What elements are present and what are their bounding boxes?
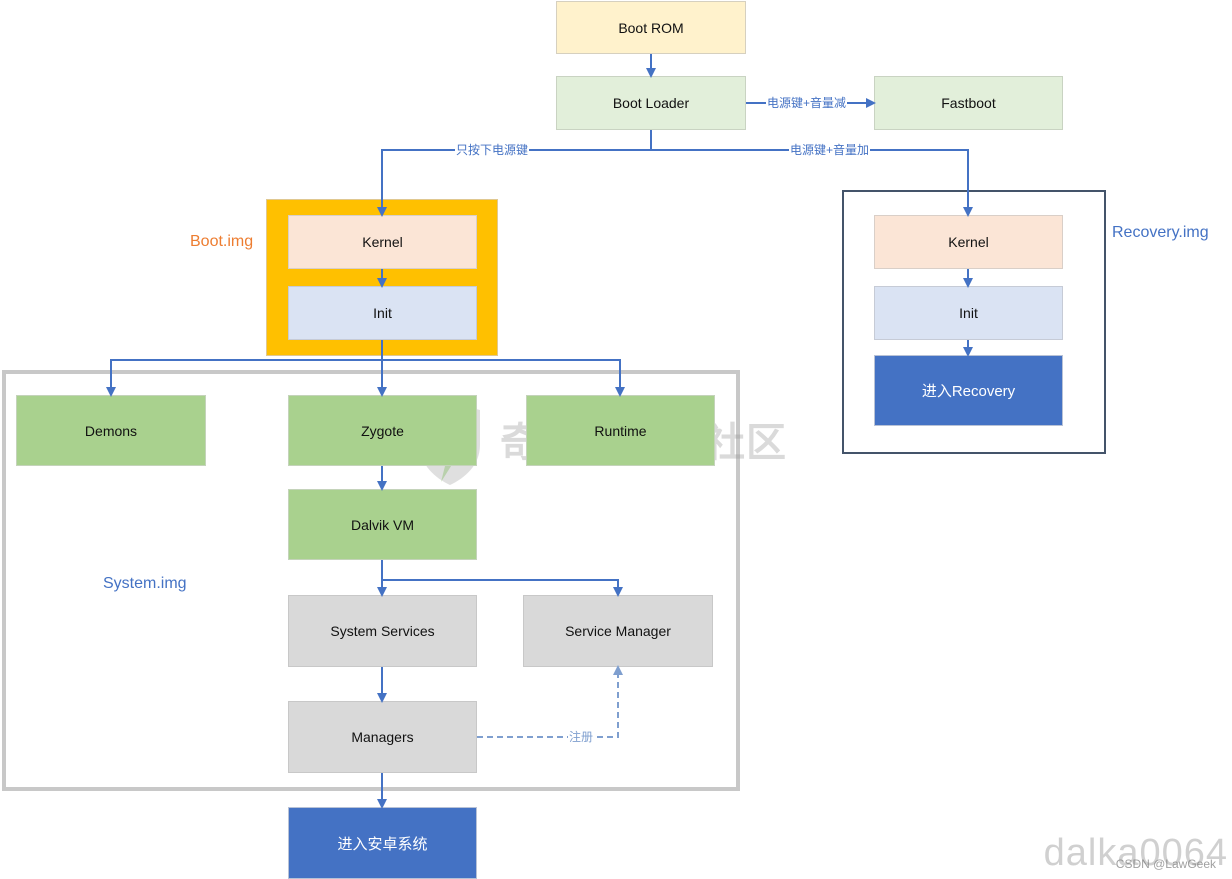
- boot-kernel-label: Kernel: [362, 234, 403, 250]
- edge-label-power-vol-down: 电源键+音量减: [766, 96, 848, 110]
- boot-init-node[interactable]: Init: [288, 286, 477, 340]
- boot-img-label: Boot.img: [190, 233, 254, 250]
- enter-android-node[interactable]: 进入安卓系统: [288, 807, 477, 879]
- recovery-img-label: Recovery.img: [1112, 224, 1209, 241]
- boot-loader-node[interactable]: Boot Loader: [556, 76, 746, 130]
- managers-node[interactable]: Managers: [288, 701, 477, 773]
- recovery-init-node[interactable]: Init: [874, 286, 1063, 340]
- fastboot-label: Fastboot: [941, 95, 996, 111]
- runtime-label: Runtime: [594, 422, 647, 439]
- recovery-kernel-node[interactable]: Kernel: [874, 215, 1063, 269]
- system-services-node[interactable]: System Services: [288, 595, 477, 667]
- boot-rom-label: Boot ROM: [618, 19, 684, 36]
- boot-loader-label: Boot Loader: [612, 95, 690, 111]
- enter-recovery-label: 进入Recovery: [921, 383, 1016, 400]
- enter-android-label: 进入安卓系统: [337, 835, 428, 853]
- recovery-kernel-label: Kernel: [948, 234, 989, 250]
- dalvik-vm-node[interactable]: Dalvik VM: [288, 489, 477, 560]
- boot-kernel-node[interactable]: Kernel: [288, 215, 477, 269]
- enter-recovery-node[interactable]: 进入Recovery: [874, 355, 1063, 426]
- edge-label-register: 注册: [568, 730, 595, 744]
- runtime-node[interactable]: Runtime: [526, 395, 715, 466]
- edge-label-power-only: 只按下电源键: [455, 143, 530, 157]
- system-services-label: System Services: [330, 623, 435, 639]
- recovery-init-label: Init: [959, 305, 978, 321]
- system-img-label: System.img: [103, 575, 187, 592]
- zygote-label: Zygote: [361, 422, 404, 439]
- dalvik-vm-label: Dalvik VM: [350, 516, 414, 533]
- service-manager-label: Service Manager: [565, 623, 671, 639]
- managers-label: Managers: [351, 729, 414, 745]
- zygote-node[interactable]: Zygote: [288, 395, 477, 466]
- fastboot-node[interactable]: Fastboot: [874, 76, 1063, 130]
- boot-rom-node[interactable]: Boot ROM: [556, 1, 746, 54]
- demons-node[interactable]: Demons: [16, 395, 206, 466]
- service-manager-node[interactable]: Service Manager: [523, 595, 713, 667]
- boot-init-label: Init: [373, 305, 392, 321]
- csdn-watermark: CSDN @LawGeek: [1115, 857, 1216, 871]
- demons-label: Demons: [84, 422, 138, 439]
- edge-label-power-vol-up: 电源键+音量加: [789, 143, 871, 157]
